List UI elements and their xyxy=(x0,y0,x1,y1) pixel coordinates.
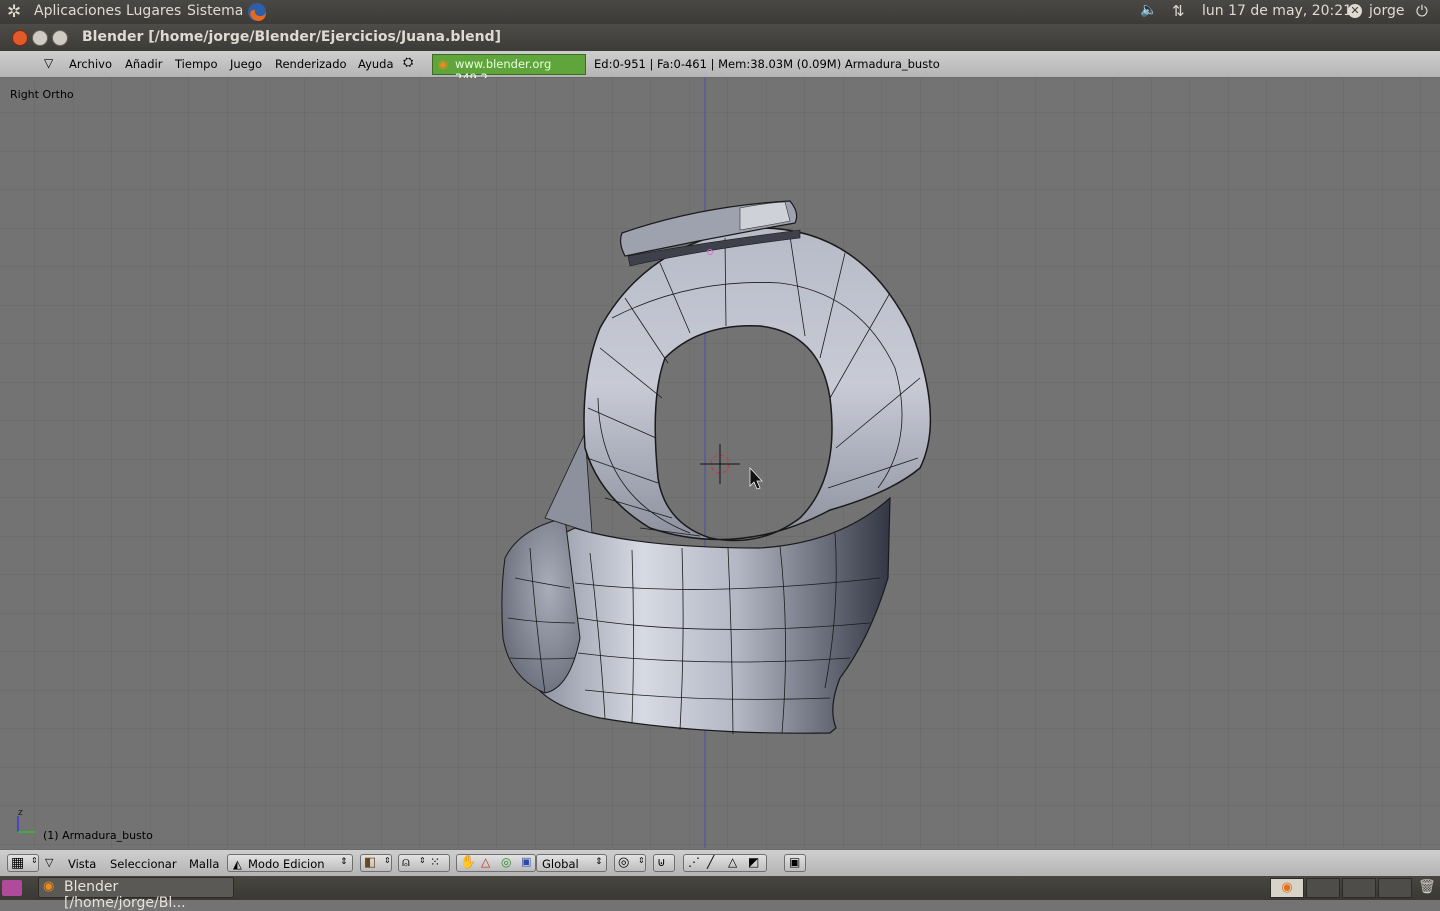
updown-icon: ⇕ xyxy=(31,856,38,865)
firefox-icon[interactable] xyxy=(246,1,268,23)
view-name: Right Ortho xyxy=(10,88,74,101)
task-label: Blender [/home/jorge/Bl... xyxy=(64,879,186,911)
grid-icon: ▦ xyxy=(11,855,25,871)
manipulator-group[interactable]: ✋ △ ◎ ▣ xyxy=(456,854,536,872)
layer-icon: ⁙ xyxy=(430,855,441,869)
volume-icon[interactable]: 🔈 xyxy=(1140,2,1157,18)
workspace-2[interactable] xyxy=(1306,878,1340,898)
axis-z-label: z xyxy=(18,808,23,818)
info-header: ▽ Archivo Añadir Tiempo Juego Renderizad… xyxy=(0,51,1440,85)
face-select-icon[interactable]: △ xyxy=(728,855,737,869)
close-button[interactable] xyxy=(12,30,28,46)
window-title: Blender [/home/jorge/Blender/Ejercicios/… xyxy=(82,29,502,45)
proportional-edit-select[interactable]: ◎ ⇕ xyxy=(614,854,646,872)
menu-anadir[interactable]: Añadir xyxy=(125,57,162,71)
editor-type-selector[interactable]: ▦ ⇕ xyxy=(7,854,39,872)
updown-icon: ⇕ xyxy=(384,856,391,865)
user-name[interactable]: jorge xyxy=(1369,3,1404,19)
vertex-select-icon[interactable]: ⋰ xyxy=(688,855,700,869)
ubuntu-logo-icon[interactable]: ✲ xyxy=(7,2,21,22)
solid-draw-icon: ◧ xyxy=(364,855,377,870)
taskbar: ◉ Blender [/home/jorge/Bl... ◉ 🗑 xyxy=(0,876,1440,911)
menu-renderizado[interactable]: Renderizado xyxy=(275,57,347,71)
snap-toggle[interactable]: ⊍ xyxy=(653,854,675,872)
blender-logo-icon: ◉ xyxy=(438,57,449,71)
menu-ayuda[interactable]: Ayuda xyxy=(358,57,394,71)
header-collapse-icon[interactable]: ▽ xyxy=(45,856,53,869)
edge-select-icon[interactable]: ╱ xyxy=(707,855,714,869)
blender-logo-icon: ◉ xyxy=(43,879,55,894)
minimize-button[interactable] xyxy=(32,30,48,46)
proportional-icon: ◎ xyxy=(618,855,630,870)
3d-viewport[interactable]: Right Ortho z (1) Armadura_busto xyxy=(0,78,1440,848)
clock[interactable]: lun 17 de may, 20:21 xyxy=(1202,3,1352,19)
draw-type-select[interactable]: ◧ ⇕ xyxy=(360,854,392,872)
magnet-icon: ⊍ xyxy=(657,855,666,869)
3d-view-header: ▦ ⇕ ▽ Vista Seleccionar Malla ◭ Modo Edi… xyxy=(0,849,1440,877)
updown-icon: ⇕ xyxy=(419,856,426,865)
mode-select[interactable]: ◭ Modo Edicion ⇕ xyxy=(227,854,353,872)
scene-stats: Ed:0-951 | Fa:0-461 | Mem:38.03M (0.09M)… xyxy=(594,57,940,71)
menu-seleccionar[interactable]: Seleccionar xyxy=(110,857,177,871)
rotate-icon[interactable]: ◎ xyxy=(501,855,511,869)
taskbar-item-blender[interactable]: ◉ Blender [/home/jorge/Bl... xyxy=(38,877,234,911)
show-desktop-icon[interactable] xyxy=(2,880,22,896)
menu-vista[interactable]: Vista xyxy=(68,857,96,871)
hand-icon[interactable]: ✋ xyxy=(460,855,476,870)
workspace-4[interactable] xyxy=(1378,878,1412,898)
updown-icon: ⇕ xyxy=(340,857,348,867)
scene-icon[interactable]: ⛭ xyxy=(403,55,413,70)
render-preview-button[interactable]: ▣ xyxy=(784,854,806,872)
render-icon: ▣ xyxy=(789,855,801,869)
translate-icon[interactable]: △ xyxy=(481,855,490,869)
pivot-icon: ⍝ xyxy=(402,855,410,870)
occlude-geometry-icon[interactable]: ◩ xyxy=(748,855,759,869)
mode-value: Modo Edicion xyxy=(248,857,325,871)
viewport-canvas[interactable] xyxy=(0,78,1440,848)
select-mode-group[interactable]: ⋰ ╱ △ ◩ xyxy=(683,854,767,872)
pivot-select[interactable]: ⍝ ⇕ ⁙ xyxy=(398,854,450,872)
user-status-icon[interactable]: ✕ xyxy=(1348,4,1362,18)
workspace-1-icon[interactable]: ◉ xyxy=(1270,878,1304,898)
menu-juego[interactable]: Juego xyxy=(230,57,262,71)
menu-system[interactable]: Sistema xyxy=(187,3,243,19)
menu-tiempo[interactable]: Tiempo xyxy=(175,57,217,71)
header-collapse-icon[interactable]: ▽ xyxy=(44,56,53,70)
window-title-bar[interactable]: Blender [/home/jorge/Blender/Ejercicios/… xyxy=(0,24,1440,51)
blender-link[interactable]: ◉ www.blender.org 249.2 xyxy=(432,54,586,85)
workspace-3[interactable] xyxy=(1342,878,1376,898)
menu-applications[interactable]: Aplicaciones xyxy=(34,3,121,19)
orientation-value: Global xyxy=(542,857,579,871)
updown-icon: ⇕ xyxy=(595,857,603,867)
scale-icon[interactable]: ▣ xyxy=(521,855,531,868)
active-object-label: (1) Armadura_busto xyxy=(43,829,153,842)
orientation-select[interactable]: Global ⇕ xyxy=(536,854,607,872)
top-panel: ✲ Aplicaciones Lugares Sistema 🔈 ⇅ lun 1… xyxy=(0,0,1440,24)
network-icon[interactable]: ⇅ xyxy=(1172,2,1185,20)
maximize-button[interactable] xyxy=(52,30,68,46)
menu-malla[interactable]: Malla xyxy=(189,857,219,871)
updown-icon: ⇕ xyxy=(638,856,645,865)
power-icon[interactable]: ⏻ xyxy=(1416,2,1428,20)
menu-places[interactable]: Lugares xyxy=(126,3,181,19)
trash-icon[interactable]: 🗑 xyxy=(1418,879,1436,897)
edit-mode-icon: ◭ xyxy=(233,857,242,871)
menu-archivo[interactable]: Archivo xyxy=(69,57,112,71)
